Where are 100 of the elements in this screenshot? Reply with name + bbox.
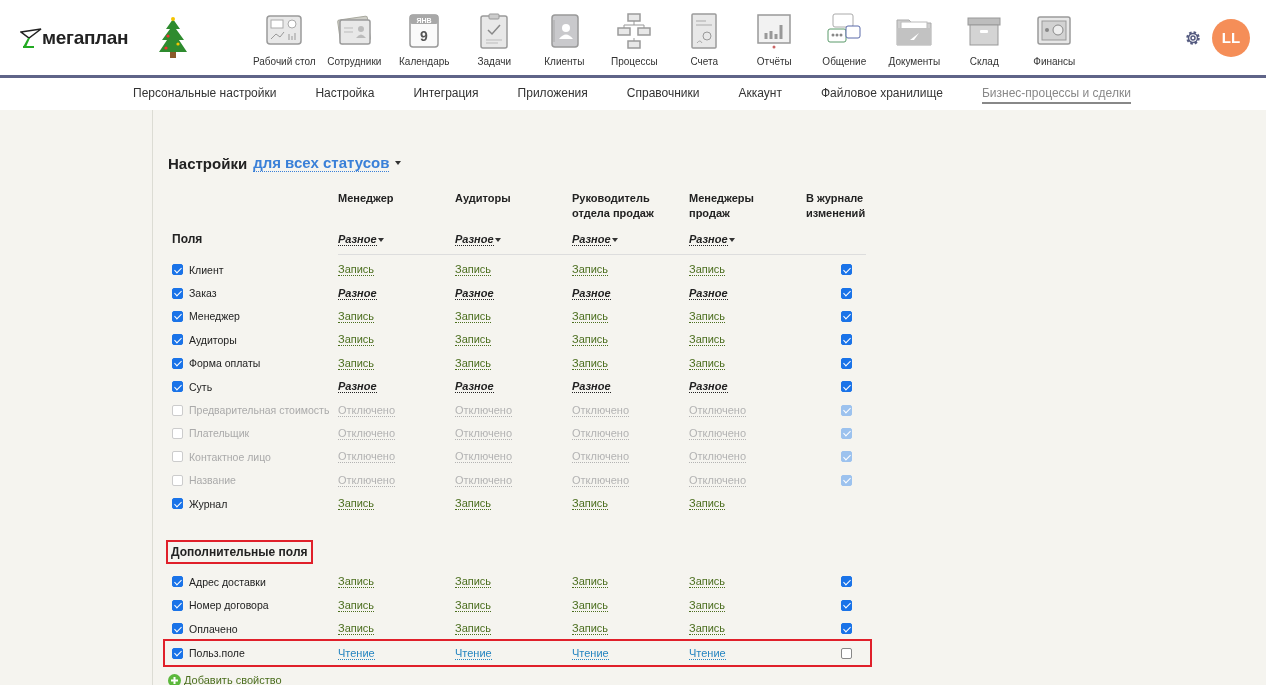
nav-link[interactable]: Склад [949,8,1020,67]
access-link[interactable]: Запись [689,497,726,511]
caret-icon[interactable] [494,237,501,242]
nav-link[interactable]: Сотрудники [319,8,390,67]
access-link[interactable]: Разное [689,380,728,394]
nav-link[interactable]: Процессы [599,8,670,67]
caret-icon[interactable] [377,237,384,242]
access-link[interactable]: Чтение [455,646,492,660]
nav-link[interactable]: Счета [669,8,740,67]
access-link[interactable]: Запись [572,333,609,347]
access-link[interactable]: Запись [572,598,609,612]
access-link[interactable]: Запись [455,263,492,277]
access-link[interactable]: Запись [689,333,726,347]
settings-tab[interactable]: Приложения [517,84,588,104]
access-link[interactable]: Разное [572,286,611,300]
access-link[interactable]: Запись [338,263,375,277]
access-link[interactable]: Запись [338,598,375,612]
access-link[interactable]: Разное [455,380,494,394]
access-preset-link[interactable]: Разное [455,233,494,246]
access-link[interactable]: Запись [689,598,726,612]
access-link[interactable]: Разное [689,286,728,300]
journal-checkbox[interactable] [841,264,852,276]
access-preset-link[interactable]: Разное [689,233,728,246]
settings-tab[interactable]: Интеграция [413,84,479,104]
caret-icon[interactable] [728,237,735,242]
access-link[interactable]: Запись [338,309,375,323]
column-header: Менеджер [338,191,395,206]
settings-tab[interactable]: Персональные настройки [133,84,277,104]
settings-tab[interactable]: Справочники [626,84,700,104]
settings-tab[interactable]: Аккаунт [738,84,782,104]
nav-link[interactable]: Отчёты [739,8,810,67]
field-checkbox[interactable] [172,310,183,322]
journal-checkbox[interactable] [841,287,852,299]
access-link[interactable]: Разное [338,380,377,394]
access-link[interactable]: Запись [338,333,375,347]
access-link[interactable]: Запись [572,356,609,370]
access-link[interactable]: Запись [455,622,492,636]
access-link[interactable]: Запись [572,575,609,589]
settings-tab[interactable]: Настройка [315,84,375,104]
access-link[interactable]: Запись [572,622,609,636]
access-link[interactable]: Запись [689,263,726,277]
journal-checkbox[interactable] [841,334,852,346]
add-property-link[interactable]: Добавить свойство [184,673,282,685]
field-checkbox[interactable] [172,623,183,635]
nav-link[interactable]: Задачи [459,8,530,67]
access-link[interactable]: Запись [455,333,492,347]
access-link[interactable]: Запись [455,356,492,370]
journal-checkbox[interactable] [841,310,852,322]
access-link[interactable]: Разное [338,286,377,300]
access-link[interactable]: Запись [338,575,375,589]
access-link[interactable]: Чтение [572,646,609,660]
settings-tab[interactable]: Бизнес-процессы и сделки [981,84,1131,104]
access-link[interactable]: Запись [572,497,609,511]
settings-tab[interactable]: Файловое хранилище [820,84,943,104]
access-link[interactable]: Запись [572,309,609,323]
access-link[interactable]: Запись [455,575,492,589]
field-checkbox[interactable] [172,498,183,510]
access-link[interactable]: Чтение [338,646,375,660]
access-link[interactable]: Разное [455,286,494,300]
access-link[interactable]: Запись [689,575,726,589]
access-link[interactable]: Запись [455,598,492,612]
field-checkbox[interactable] [172,287,183,299]
field-checkbox[interactable] [172,647,183,659]
field-checkbox[interactable] [172,334,183,346]
journal-checkbox[interactable] [841,599,852,611]
access-link[interactable]: Запись [689,622,726,636]
journal-checkbox[interactable] [841,381,852,393]
journal-checkbox[interactable] [841,357,852,369]
access-preset-link[interactable]: Разное [338,233,377,246]
field-name: Форма оплаты [189,357,261,370]
access-preset-link[interactable]: Разное [572,233,611,246]
access-link[interactable]: Разное [572,380,611,394]
field-checkbox[interactable] [172,599,183,611]
field-checkbox[interactable] [172,576,183,588]
access-link[interactable]: Запись [572,263,609,277]
nav-link[interactable]: Рабочий стол [249,8,320,67]
journal-checkbox[interactable] [841,647,852,659]
nav-link[interactable]: Документы [879,8,950,67]
nav-link[interactable]: Общение [809,8,880,67]
settings-title: Настройки [168,154,248,172]
caret-icon[interactable] [395,161,402,165]
access-link[interactable]: Запись [455,309,492,323]
nav-link[interactable]: Финансы [1019,8,1090,67]
journal-checkbox[interactable] [841,623,852,635]
status-scope-link[interactable]: для всех статусов [253,154,390,172]
access-link[interactable]: Запись [338,497,375,511]
nav-link[interactable]: Клиенты [529,8,600,67]
field-checkbox[interactable] [172,357,183,369]
access-link[interactable]: Запись [338,356,375,370]
settings-icon[interactable] [1184,28,1202,47]
column-header: В журнале изменений [806,191,866,221]
access-link[interactable]: Чтение [689,646,726,660]
field-checkbox[interactable] [172,264,183,276]
journal-checkbox[interactable] [841,576,852,588]
access-link[interactable]: Запись [338,622,375,636]
field-checkbox[interactable] [172,381,183,393]
access-link[interactable]: Запись [689,356,726,370]
access-link[interactable]: Запись [689,309,726,323]
access-link[interactable]: Запись [455,497,492,511]
caret-icon[interactable] [611,237,618,242]
